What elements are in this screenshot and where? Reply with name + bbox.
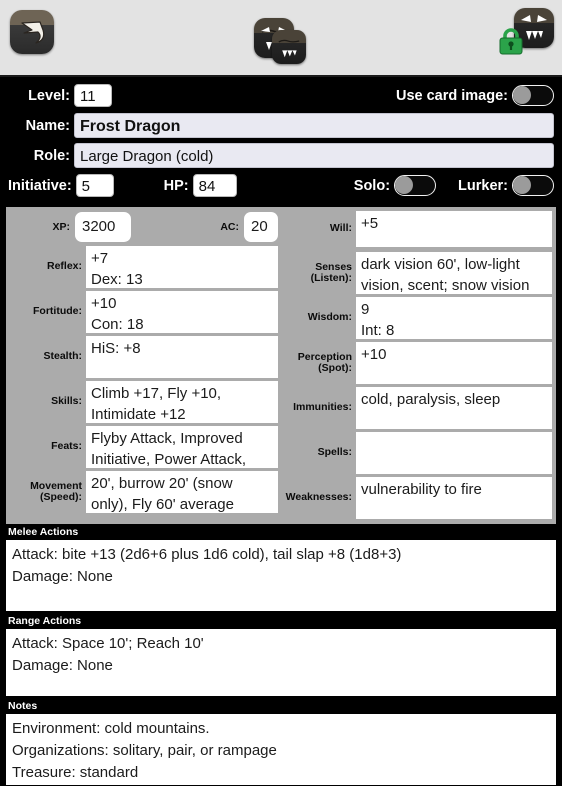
stat-row: Senses (Listen): dark vision 60', low-li… [284,252,552,294]
stat-value-immunities[interactable]: cold, paralysis, sleep [356,387,552,429]
top-toolbar [0,0,562,77]
melee-damage-line: Damage: None [12,568,113,585]
role-input[interactable]: Large Dragon (cold) [74,143,554,168]
stats-column-right: Will: +5 Senses (Listen): dark vision 60… [281,211,556,519]
stat-value-will[interactable]: +5 [356,211,552,247]
xp-input[interactable]: 3200 [75,212,131,242]
notes-section: Notes Environment: cold mountains. Organ… [5,699,557,786]
stat-label-fortitude: Fortitude: [33,305,82,318]
monster-face-icon-secondary [272,30,306,64]
use-card-image-toggle[interactable] [512,85,554,106]
stat-label-feats: Feats: [51,440,82,453]
initiative-hp-row: Initiative: 5 HP: 84 Solo: Lurker: [8,172,554,199]
name-row: Name: Frost Dragon [8,112,554,139]
stat-row: Immunities: cold, paralysis, sleep [284,387,552,429]
melee-actions-title: Melee Actions [5,525,557,540]
name-label: Name: [25,117,70,134]
back-button[interactable] [10,10,54,54]
monster-group-button[interactable] [254,18,312,70]
ac-label: AC: [220,221,239,233]
solo-toggle[interactable] [394,175,437,196]
level-label: Level: [28,87,70,104]
back-arrow-glyph [21,21,45,44]
role-row: Role: Large Dragon (cold) [8,142,554,169]
stat-row: Movement (Speed): 20', burrow 20' (snow … [10,471,278,513]
notes-organizations-line: Organizations: solitary, pair, or rampag… [12,742,277,759]
hp-input[interactable]: 84 [192,174,237,197]
stat-row: Fortitude: +10 Con: 18 [10,291,278,333]
stat-label-stealth: Stealth: [43,350,82,363]
range-attack-line: Attack: Space 10'; Reach 10' [12,635,204,652]
stat-row: Stealth: HiS: +8 [10,336,278,378]
stat-row: Reflex: +7 Dex: 13 [10,246,278,288]
stat-value-weaknesses[interactable]: vulnerability to fire [356,477,552,519]
back-arrow-icon [10,10,54,54]
stat-label-weaknesses: Weaknesses: [285,491,352,504]
toggle-knob [513,176,531,194]
stat-value-fortitude[interactable]: +10 Con: 18 [86,291,278,333]
stat-row: Skills: Climb +17, Fly +10, Intimidate +… [10,381,278,423]
stat-value-movement[interactable]: 20', burrow 20' (snow only), Fly 60' ave… [86,471,278,513]
stats-column-left: XP: 3200 AC: 20 Reflex: +7 Dex: 13 Fortit… [6,211,281,519]
stat-label-perception: Perception (Spot): [297,350,352,374]
stat-label-immunities: Immunities: [293,401,352,414]
stat-value-wisdom[interactable]: 9 Int: 8 [356,297,552,339]
stat-value-feats[interactable]: Flyby Attack, Improved Initiative, Power… [86,426,278,468]
range-damage-line: Damage: None [12,657,113,674]
hp-label: HP: [163,177,189,194]
notes-title: Notes [5,699,557,714]
toggle-knob [513,86,531,104]
melee-actions-body[interactable]: Attack: bite +13 (2d6+6 plus 1d6 cold), … [5,540,557,612]
level-input[interactable]: 11 [74,84,112,107]
lurker-toggle[interactable] [512,175,554,196]
stat-label-movement: Movement (Speed): [30,479,82,503]
stat-value-perception[interactable]: +10 [356,342,552,384]
stat-row: Weaknesses: vulnerability to fire [284,477,552,519]
name-input[interactable]: Frost Dragon [74,113,554,138]
melee-attack-line: Attack: bite +13 (2d6+6 plus 1d6 cold), … [12,546,402,563]
notes-treasure-line: Treasure: standard [12,764,139,781]
melee-actions-section: Melee Actions Attack: bite +13 (2d6+6 pl… [5,525,557,612]
stat-label-reflex: Reflex: [46,260,82,273]
stat-label-will: Will: [329,222,352,235]
initiative-label: Initiative: [8,177,72,194]
notes-environment-line: Environment: cold mountains. [12,720,210,737]
stats-panel: XP: 3200 AC: 20 Reflex: +7 Dex: 13 Fortit… [5,206,557,525]
stat-value-stealth[interactable]: HiS: +8 [86,336,278,378]
creature-form-header: Level: 11 Use card image: Name: Frost Dr… [0,77,562,204]
use-card-image-label: Use card image: [395,87,508,104]
stat-value-reflex[interactable]: +7 Dex: 13 [86,246,278,288]
toggle-knob [395,176,414,194]
notes-body[interactable]: Environment: cold mountains. Organizatio… [5,714,557,786]
stat-label-skills: Skills: [51,395,82,408]
lock-icon [499,28,523,55]
range-actions-body[interactable]: Attack: Space 10'; Reach 10' Damage: Non… [5,629,557,697]
stat-row: Perception (Spot): +10 [284,342,552,384]
xp-label: XP: [52,221,70,233]
solo-label: Solo: [353,177,391,194]
stat-row: Will: +5 [284,211,552,247]
stat-value-skills[interactable]: Climb +17, Fly +10, Intimidate +12 [86,381,278,423]
range-actions-section: Range Actions Attack: Space 10'; Reach 1… [5,614,557,697]
monster-face-glyph-b [278,39,300,58]
stat-row: Feats: Flyby Attack, Improved Initiative… [10,426,278,468]
stat-label-wisdom: Wisdom: [307,311,352,324]
stat-label-senses: Senses (Listen): [310,260,352,284]
range-actions-title: Range Actions [5,614,557,629]
stat-value-spells[interactable] [356,432,552,474]
lock-monster-button[interactable] [496,8,554,58]
stat-label-spells: Spells: [317,446,352,459]
lurker-label: Lurker: [458,177,508,194]
stat-row: Spells: [284,432,552,474]
ac-input[interactable]: 20 [244,212,278,242]
stat-row: Wisdom: 9 Int: 8 [284,297,552,339]
xp-ac-row: XP: 3200 AC: 20 [10,211,278,242]
initiative-input[interactable]: 5 [75,174,114,197]
stat-value-senses[interactable]: dark vision 60', low-light vision, scent… [356,252,552,294]
role-label: Role: [33,147,70,164]
level-row: Level: 11 Use card image: [8,82,554,109]
